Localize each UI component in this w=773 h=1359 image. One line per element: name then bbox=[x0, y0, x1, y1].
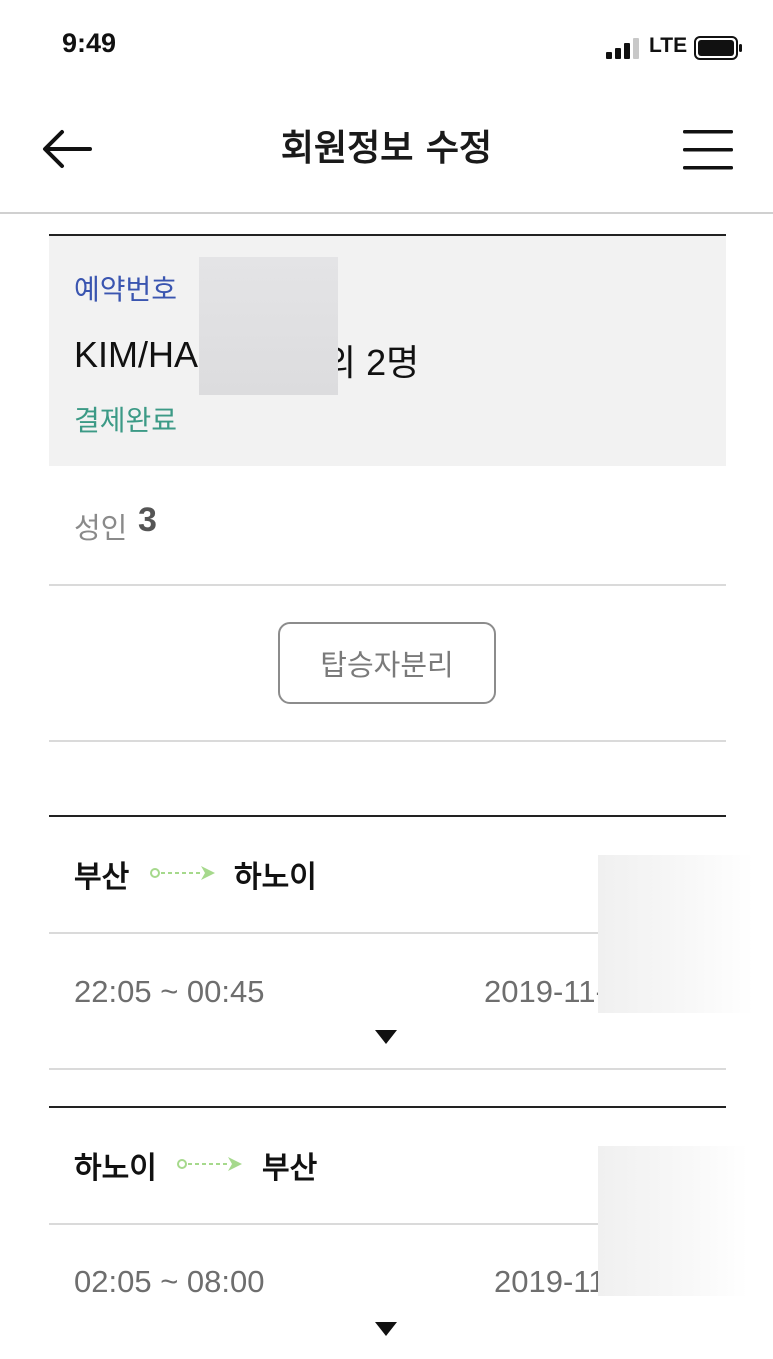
page-title: 회원정보 수정 bbox=[280, 128, 493, 169]
split-passengers-button[interactable]: 탑승자분리 bbox=[278, 622, 496, 704]
passenger-name: KIM/HA bbox=[74, 334, 199, 375]
flight-card-top-border bbox=[49, 1106, 726, 1108]
reservation-number-label: 예약번호 bbox=[74, 273, 178, 306]
route-arrow-icon bbox=[177, 1157, 242, 1171]
caret-down-icon[interactable] bbox=[374, 1320, 398, 1338]
adult-count: 3 bbox=[138, 501, 157, 539]
battery-icon bbox=[694, 36, 742, 60]
redaction-block bbox=[199, 257, 338, 395]
flight-2-destination: 부산 bbox=[262, 1151, 318, 1186]
divider bbox=[49, 740, 726, 742]
signal-icon bbox=[606, 38, 639, 59]
flight-1-destination: 하노이 bbox=[234, 860, 317, 895]
route-arrow-icon bbox=[150, 866, 215, 880]
header-divider bbox=[0, 212, 773, 214]
divider bbox=[49, 932, 598, 934]
flight-1-origin: 부산 bbox=[74, 860, 130, 895]
status-time: 9:49 bbox=[62, 28, 117, 58]
adult-label: 성인 bbox=[74, 511, 128, 545]
redaction-block bbox=[598, 1146, 748, 1296]
flight-2-origin: 하노이 bbox=[74, 1151, 157, 1186]
flight-2-date: 2019-11 bbox=[494, 1264, 606, 1299]
flight-1-date: 2019-11- bbox=[484, 974, 606, 1009]
network-label: LTE bbox=[649, 34, 688, 57]
divider bbox=[49, 584, 726, 586]
hamburger-menu-icon[interactable] bbox=[680, 126, 736, 174]
caret-down-icon[interactable] bbox=[374, 1028, 398, 1046]
redaction-block bbox=[598, 855, 754, 1013]
divider bbox=[49, 1068, 726, 1070]
flight-2-time: 02:05 ~ 08:00 bbox=[74, 1264, 265, 1299]
flight-card-top-border bbox=[49, 815, 726, 817]
payment-status: 결제완료 bbox=[74, 404, 178, 437]
divider bbox=[49, 1223, 598, 1225]
flight-1-time: 22:05 ~ 00:45 bbox=[74, 974, 265, 1009]
split-passengers-label: 탑승자분리 bbox=[320, 648, 454, 682]
